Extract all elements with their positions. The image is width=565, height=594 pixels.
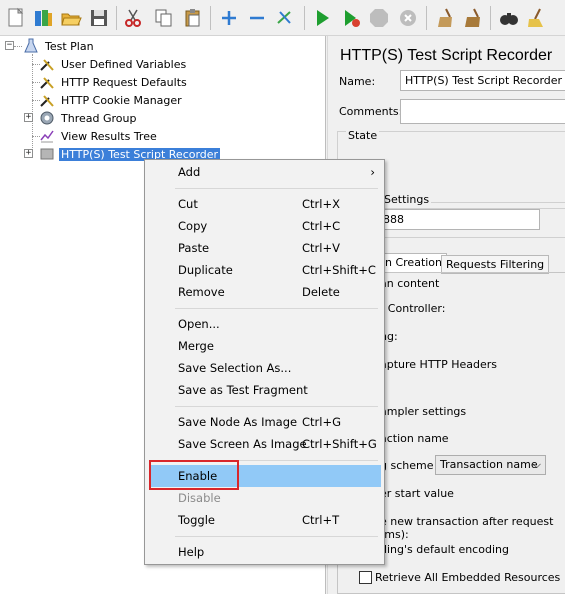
reset-search-icon[interactable] [523,5,549,31]
sampler-settings-label: ampler settings [380,405,467,418]
menu-item-copy[interactable]: Copy Ctrl+C [149,215,381,237]
wrench-icon [38,56,56,72]
capture-headers-label: apture HTTP Headers [380,358,497,371]
gear-icon [38,110,56,126]
comments-field[interactable] [400,99,565,124]
stop-icon[interactable] [366,5,392,31]
naming-scheme-select[interactable]: Transaction name ⌵ [435,455,546,475]
menu-item-save-screen-image[interactable]: Save Screen As Image Ctrl+Shift+G [149,433,381,455]
open-icon[interactable] [58,5,84,31]
graph-icon [38,128,56,144]
new-icon[interactable] [3,5,29,31]
tab-test-plan-creation[interactable]: n Creation [380,253,448,272]
menu-item-duplicate[interactable]: Duplicate Ctrl+Shift+C [149,259,381,281]
state-label: State [346,129,380,142]
global-settings-label: Settings [382,193,432,206]
recorder-expander[interactable]: + [24,149,33,158]
save-icon[interactable] [86,5,112,31]
menu-item-open[interactable]: Open... [149,313,381,335]
toolbar [0,0,565,36]
start-icon[interactable] [309,5,335,31]
collapse-expander[interactable]: − [5,41,14,50]
tree-item-user-defined-variables[interactable]: User Defined Variables [38,55,188,73]
templates-icon[interactable] [30,5,56,31]
naming-scheme-label: g scheme [380,459,434,472]
tree-item-test-plan[interactable]: Test Plan [22,37,96,55]
menu-item-merge[interactable]: Merge [149,335,381,357]
default-encoding-label: ding's default encoding [380,543,509,556]
new-transaction-label: e new transaction after request (ms): [380,515,554,541]
jmeter-window: { "toolbar": { "buttons": ["new-icon","t… [0,0,565,594]
retrieve-resources-checkbox[interactable] [359,571,372,584]
test-plan-icon [22,38,40,54]
menu-item-add[interactable]: Add › [149,161,381,183]
copy-icon[interactable] [151,5,177,31]
menu-item-toggle[interactable]: Toggle Ctrl+T [149,509,381,531]
menu-item-save-fragment[interactable]: Save as Test Fragment [149,379,381,401]
menu-item-help[interactable]: Help [149,541,381,563]
counter-start-label: er start value [380,487,454,500]
wrench-icon [38,92,56,108]
toggle-icon[interactable] [272,5,298,31]
comments-label: Comments: [339,105,403,118]
chevron-down-icon: ⌵ [532,458,541,471]
menu-item-disable: Disable [178,491,221,505]
menu-item-paste[interactable]: Paste Ctrl+V [149,237,381,259]
name-label: Name: [339,75,376,88]
wrench-icon [38,74,56,90]
page-title: HTTP(S) Test Script Recorder [340,47,553,64]
target-controller-label: t Controller: [380,302,446,315]
name-field[interactable]: HTTP(S) Test Script Recorder [400,70,565,91]
menu-item-save-node-image[interactable]: Save Node As Image Ctrl+G [149,411,381,433]
paste-icon[interactable] [180,5,206,31]
transaction-name-label: action name [380,432,449,445]
menu-item-save-selection[interactable]: Save Selection As... [149,357,381,379]
port-field[interactable]: 888 [378,209,540,230]
menu-item-cut[interactable]: Cut Ctrl+X [149,193,381,215]
chevron-right-icon: › [370,165,375,179]
expand-icon[interactable] [216,5,242,31]
tree-item-http-cookie-manager[interactable]: HTTP Cookie Manager [38,91,184,109]
shutdown-icon[interactable] [395,5,421,31]
tree-item-http-request-defaults[interactable]: HTTP Request Defaults [38,73,189,91]
collapse-icon[interactable] [244,5,270,31]
tree-item-view-results-tree[interactable]: View Results Tree [38,127,159,145]
tree-item-thread-group[interactable]: Thread Group [38,109,138,127]
thread-group-expander[interactable]: + [24,113,33,122]
plan-content-label: an content [380,277,440,290]
recorder-icon [38,146,56,162]
context-menu: Add › Cut Ctrl+X Copy Ctrl+C Paste Ctrl+V Du… [144,159,385,565]
enable-highlight-annotation [149,460,239,490]
menu-item-remove[interactable]: Remove Delete [149,281,381,303]
clear-icon[interactable] [432,5,458,31]
start-no-pauses-icon[interactable] [338,5,364,31]
cut-icon[interactable] [120,5,146,31]
retrieve-resources-label: Retrieve All Embedded Resources [375,571,561,584]
search-icon[interactable] [496,5,522,31]
clear-all-icon[interactable] [460,5,486,31]
